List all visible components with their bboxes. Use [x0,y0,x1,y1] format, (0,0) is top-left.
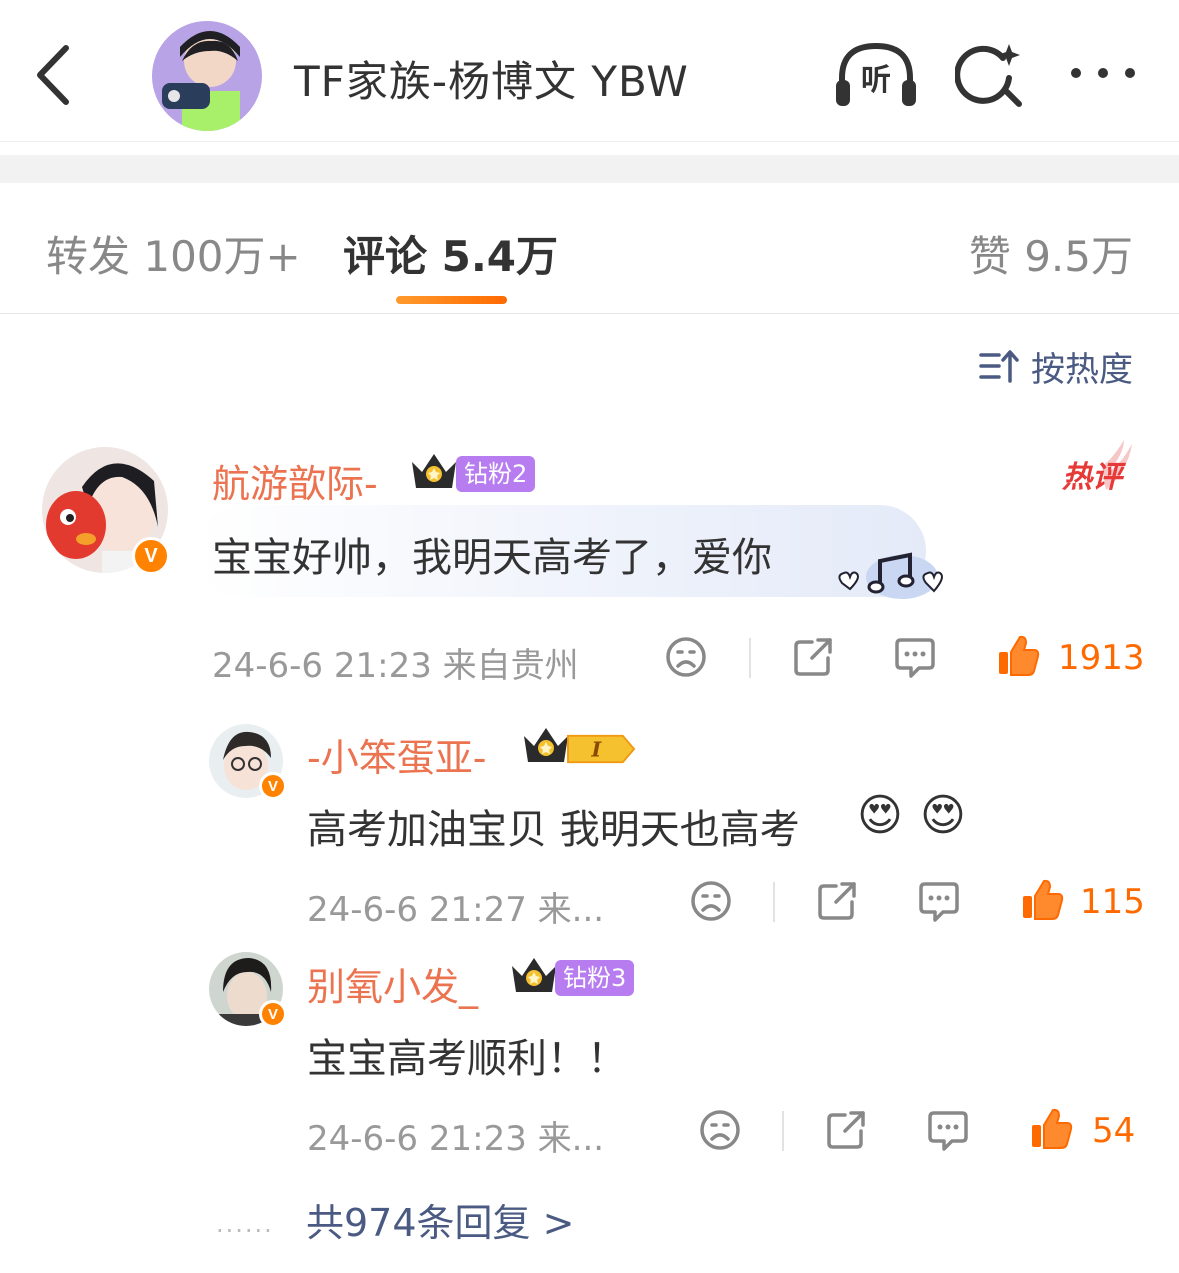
tab-comment[interactable]: 评论 5.4万 [343,223,558,284]
comment-meta: 24-6-6 21:23 来自贵州 [212,646,579,686]
comment-username[interactable]: 航游歆际- [212,453,378,508]
like-count: 115 [1080,882,1145,922]
back-button[interactable] [30,40,80,110]
music-note-decoration-icon [838,552,943,599]
reply-username[interactable]: 别氧小发_ [307,956,478,1011]
sort-label: 按热度 [1031,349,1133,390]
reply-meta: 24-6-6 21:27 来... [307,890,605,930]
action-divider [782,1111,784,1151]
sort-button[interactable]: 按热度 [979,344,1133,390]
listen-button[interactable]: 听 [832,40,920,110]
view-all-replies-link[interactable]: 共974条回复 > [306,1192,574,1247]
share-icon[interactable] [792,636,834,678]
more-button[interactable] [1068,58,1138,88]
crown-icon [512,958,556,992]
dislike-face-icon[interactable] [699,1109,741,1151]
replies-dots: ...... [216,1210,274,1238]
reply-avatar[interactable]: V [209,724,287,800]
level-badge: I [567,734,636,764]
dislike-face-icon[interactable] [665,636,707,678]
share-icon[interactable] [825,1109,867,1151]
heart-eyes-emoji: 😍 [920,790,966,841]
top-nav-bar: TF家族-杨博文 YBW 听 [0,0,1179,142]
chevron-left-icon [37,45,69,105]
like-count: 54 [1092,1111,1136,1151]
reply-comment-icon[interactable] [893,636,937,680]
thumbs-up-icon[interactable] [1020,878,1064,922]
like-count: 1913 [1058,638,1145,678]
fan-level-badge: 钻粉2 [456,456,536,492]
headphones-icon: 听 [836,42,916,106]
svg-text:I: I [590,737,602,762]
search-sparkle-icon [954,44,1022,107]
profile-avatar[interactable] [152,21,262,131]
reply-text: 高考加油宝贝 我明天也高考 [307,807,800,853]
header-title: TF家族-杨博文 YBW [294,57,689,106]
crown-icon [524,728,568,762]
reply-username[interactable]: -小笨蛋亚- [307,727,486,782]
tab-repost[interactable]: 转发 100万+ [46,223,301,284]
reply-meta: 24-6-6 21:23 来... [307,1119,605,1159]
reply-comment-icon[interactable] [917,880,961,924]
search-button[interactable] [954,42,1025,108]
action-divider [749,638,751,678]
reply-text: 宝宝高考顺利！！ [307,1036,627,1082]
verified-badge: V [259,1000,287,1028]
reply-comment-icon[interactable] [926,1109,970,1153]
share-icon[interactable] [816,880,858,922]
thumbs-up-icon[interactable] [1029,1107,1073,1151]
more-dots-icon [1071,68,1135,78]
thumbs-up-icon[interactable] [996,634,1040,678]
section-separator [0,155,1179,183]
action-divider [773,882,775,922]
hot-comment-tag: 热评 [1058,440,1138,496]
heart-eyes-emoji: 😍 [857,790,903,841]
verified-badge: V [132,537,170,575]
verified-badge: V [259,772,287,800]
dislike-face-icon[interactable] [690,880,732,922]
hot-comment-label: 热评 [1062,460,1122,495]
tab-like[interactable]: 赞 9.5万 [969,223,1133,284]
comment-avatar[interactable]: V [42,447,170,575]
svg-text:听: 听 [861,63,891,98]
reply-avatar[interactable]: V [209,952,287,1028]
interaction-tabs: 转发 100万+ 评论 5.4万 赞 9.5万 [0,183,1179,314]
active-tab-indicator [396,296,507,304]
comment-text: 宝宝好帅，我明天高考了，爱你 [212,535,772,581]
sort-icon [979,350,1019,383]
crown-icon [412,454,456,488]
fan-level-badge: 钻粉3 [555,960,635,996]
